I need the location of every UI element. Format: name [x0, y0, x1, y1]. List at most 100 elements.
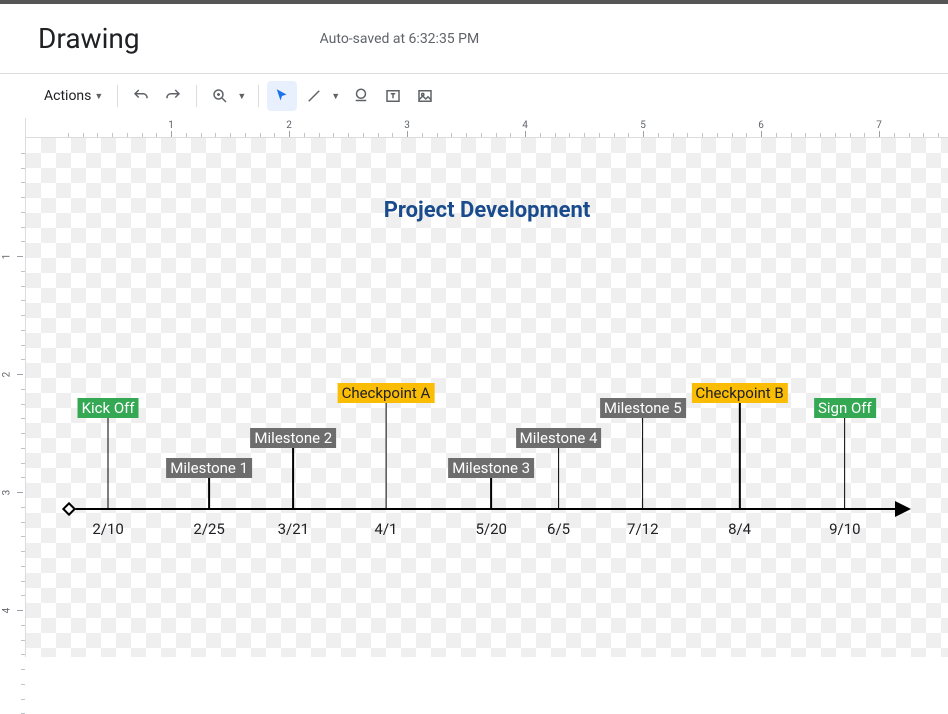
ruler-tick-minor: [215, 133, 216, 137]
event-stem: [208, 478, 210, 508]
ruler-tick-minor: [21, 669, 25, 670]
timeline-arrow: [895, 501, 911, 517]
event-date: 9/10: [829, 520, 860, 538]
ruler-tick-minor: [21, 212, 25, 213]
line-dropdown[interactable]: ▼: [331, 91, 340, 102]
ruler-tick-minor: [746, 133, 747, 137]
ruler-tick-minor: [392, 133, 393, 137]
timeline-event[interactable]: Milestone 2: [250, 428, 336, 508]
ruler-tick-minor: [21, 404, 25, 405]
ruler-label: 5: [640, 120, 646, 131]
timeline-event[interactable]: Kick Off: [78, 398, 139, 508]
drawing-title[interactable]: Project Development: [384, 198, 591, 223]
timeline-event[interactable]: Checkpoint A: [338, 383, 435, 508]
ruler-tick-major: 4: [3, 610, 23, 611]
event-date: 7/12: [627, 520, 658, 538]
shape-icon: [352, 87, 370, 105]
redo-icon: [164, 87, 182, 105]
ruler-tick-minor: [21, 581, 25, 582]
ruler-tick-minor: [422, 133, 423, 137]
select-tool[interactable]: [267, 81, 297, 111]
ruler-tick-minor: [850, 133, 851, 137]
event-date: 3/21: [278, 520, 309, 538]
event-stem: [558, 448, 560, 508]
ruler-tick-minor: [21, 536, 25, 537]
ruler-tick-minor: [673, 133, 674, 137]
ruler-tick-minor: [21, 418, 25, 419]
ruler-tick-minor: [21, 507, 25, 508]
timeline-event[interactable]: Checkpoint B: [691, 383, 787, 508]
workspace: 1234 1234567 Project Development Kick Of…: [0, 118, 948, 657]
ruler-tick-minor: [274, 133, 275, 137]
ruler-tick-minor: [540, 133, 541, 137]
zoom-button[interactable]: [205, 81, 235, 111]
timeline-event[interactable]: Milestone 4: [516, 428, 602, 508]
event-stem: [107, 418, 109, 508]
event-date: 5/20: [475, 520, 506, 538]
ruler-tick-minor: [260, 133, 261, 137]
zoom-dropdown[interactable]: ▼: [237, 91, 246, 102]
ruler-tick-minor: [894, 133, 895, 137]
ruler-tick-minor: [584, 133, 585, 137]
drawing-canvas[interactable]: Project Development Kick Off2/10Mileston…: [26, 138, 948, 657]
shape-tool[interactable]: [346, 81, 376, 111]
ruler-tick-minor: [21, 300, 25, 301]
ruler-label: 2: [1, 372, 12, 378]
line-tool[interactable]: [299, 81, 329, 111]
event-stem: [642, 418, 644, 508]
undo-button[interactable]: [126, 81, 156, 111]
event-date: 2/25: [193, 520, 224, 538]
redo-button[interactable]: [158, 81, 188, 111]
ruler-tick-minor: [864, 133, 865, 137]
ruler-tick-minor: [333, 133, 334, 137]
ruler-tick-minor: [21, 197, 25, 198]
timeline-event[interactable]: Milestone 5: [600, 398, 686, 508]
event-stem: [490, 478, 492, 508]
image-tool[interactable]: [410, 81, 440, 111]
event-label: Sign Off: [814, 398, 876, 418]
event-label: Checkpoint A: [338, 383, 435, 403]
ruler-tick-minor: [702, 133, 703, 137]
ruler-tick-minor: [555, 133, 556, 137]
timeline-event[interactable]: Sign Off: [814, 398, 876, 508]
event-label: Milestone 1: [166, 458, 252, 478]
ruler-tick-major: 3: [3, 492, 23, 493]
divider: [117, 85, 118, 107]
ruler-tick-minor: [628, 133, 629, 137]
ruler-tick-minor: [21, 271, 25, 272]
ruler-tick-minor: [21, 168, 25, 169]
textbox-tool[interactable]: [378, 81, 408, 111]
line-icon: [305, 87, 323, 105]
ruler-tick-minor: [230, 133, 231, 137]
ruler-tick-minor: [614, 133, 615, 137]
ruler-tick-minor: [245, 133, 246, 137]
ruler-tick-minor: [732, 133, 733, 137]
ruler-tick-minor: [805, 133, 806, 137]
ruler-tick-minor: [21, 315, 25, 316]
chevron-down-icon: ▼: [94, 91, 103, 102]
ruler-tick-minor: [923, 133, 924, 137]
event-date: 2/10: [92, 520, 123, 538]
ruler-tick-minor: [835, 133, 836, 137]
event-stem: [293, 448, 295, 508]
ruler-tick-minor: [21, 477, 25, 478]
ruler-tick-minor: [21, 654, 25, 655]
ruler-tick-minor: [791, 133, 792, 137]
event-label: Checkpoint B: [691, 383, 787, 403]
timeline[interactable]: Kick Off2/10Milestone 12/25Milestone 23/…: [66, 508, 908, 510]
ruler-tick-minor: [21, 227, 25, 228]
ruler-tick-minor: [21, 345, 25, 346]
ruler-tick-minor: [201, 133, 202, 137]
timeline-event[interactable]: Milestone 1: [166, 458, 252, 508]
header: Drawing Auto-saved at 6:32:35 PM: [0, 4, 948, 74]
ruler-tick-minor: [21, 463, 25, 464]
event-label: Kick Off: [78, 398, 139, 418]
ruler-tick-minor: [21, 522, 25, 523]
ruler-tick-minor: [142, 133, 143, 137]
actions-menu[interactable]: Actions ▼: [38, 84, 109, 108]
ruler-tick-minor: [378, 133, 379, 137]
ruler-tick-minor: [820, 133, 821, 137]
ruler-tick-minor: [97, 133, 98, 137]
ruler-tick-minor: [186, 133, 187, 137]
event-date: 4/1: [374, 520, 397, 538]
